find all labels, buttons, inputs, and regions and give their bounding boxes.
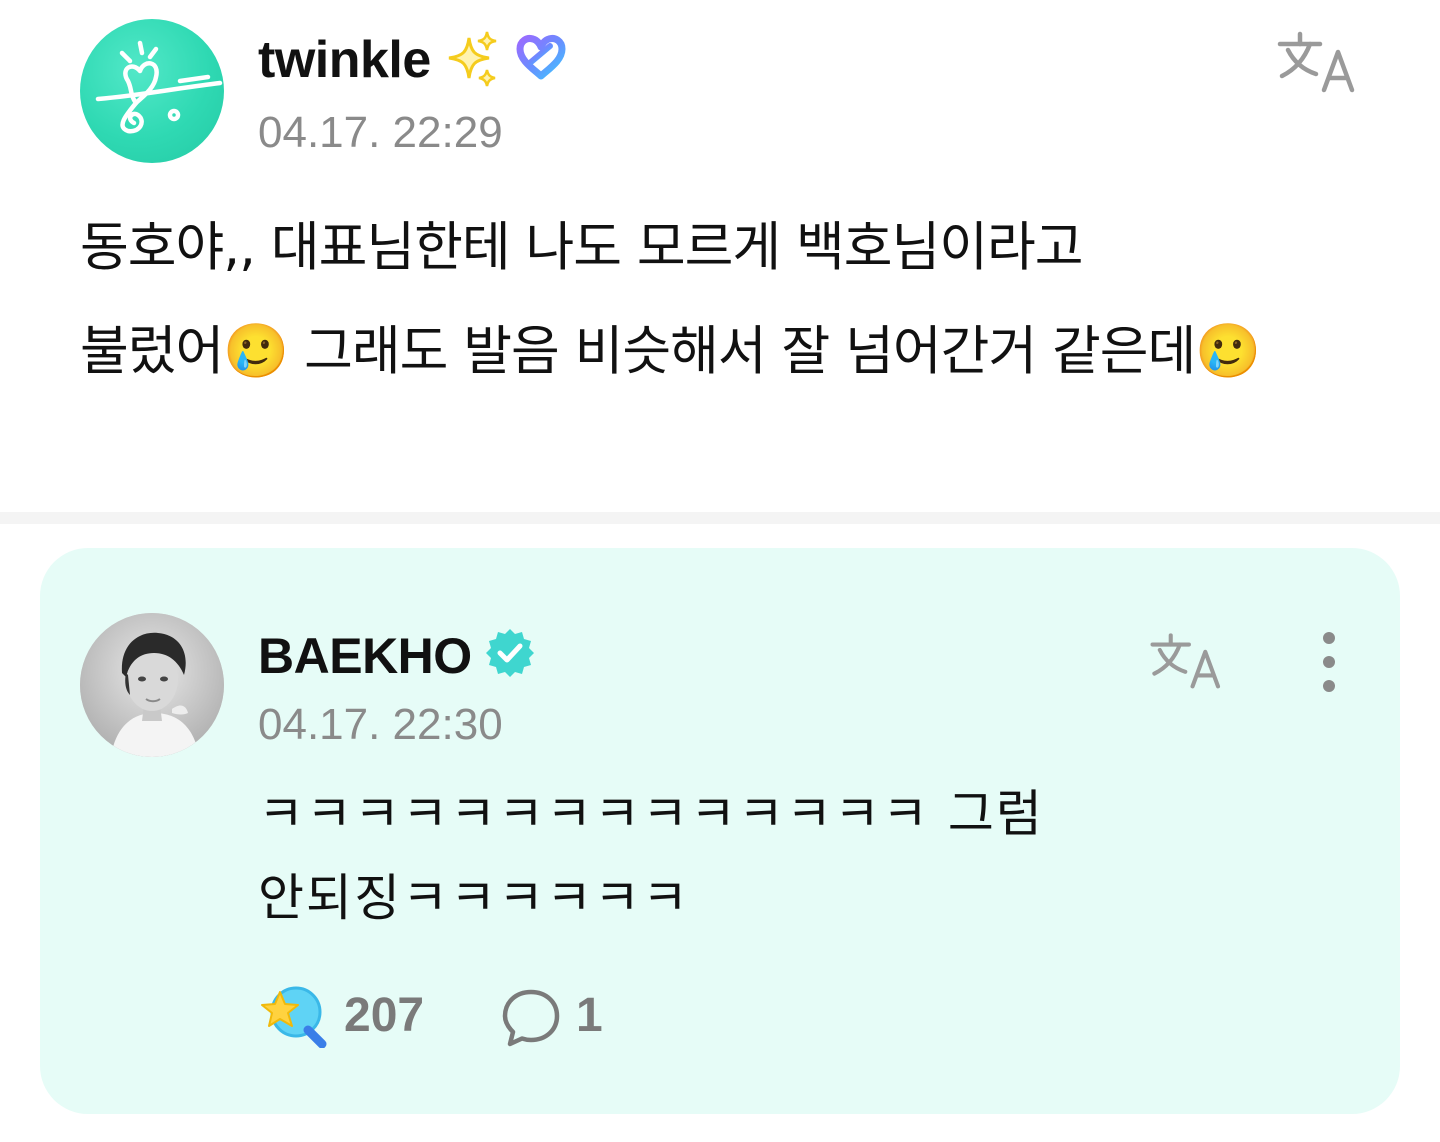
post-body: 동호야,, 대표님한테 나도 모르게 백호님이라고 불렀어🥲 그래도 발음 비슷… — [80, 196, 1380, 404]
section-divider — [0, 512, 1440, 524]
lightstick-icon[interactable] — [258, 984, 328, 1048]
heart-doodle-avatar-icon — [95, 40, 223, 134]
post-body-line: 동호야,, 대표님한테 나도 모르게 백호님이라고 — [80, 217, 1084, 278]
post-body-line: 불렀어🥲 그래도 발음 비슷해서 잘 넘어간거 같은데🥲 — [80, 321, 1261, 382]
reply-author-name[interactable]: BAEKHO — [258, 627, 472, 685]
post-thread: twinkle 04.17. 22:29 동호야,, 대표님한테 나도 모르게 — [0, 0, 1440, 1142]
reply-body: ㅋㅋㅋㅋㅋㅋㅋㅋㅋㅋㅋㅋㅋㅋ 그럼 안되징ㅋㅋㅋㅋㅋㅋ — [258, 772, 1358, 940]
comment-bubble-icon[interactable] — [500, 986, 562, 1048]
post-timestamp: 04.17. 22:29 — [258, 108, 503, 157]
verified-icon — [486, 629, 534, 677]
comment-count: 1 — [576, 989, 603, 1042]
more-vertical-icon[interactable] — [1312, 630, 1346, 696]
reply-body-line: ㅋㅋㅋㅋㅋㅋㅋㅋㅋㅋㅋㅋㅋㅋ 그럼 — [258, 785, 1044, 843]
post-author-name[interactable]: twinkle — [258, 30, 431, 90]
fan-badge-icon — [516, 35, 566, 80]
like-count: 207 — [344, 989, 425, 1042]
artist-photo-avatar-icon — [80, 613, 224, 757]
reply-timestamp: 04.17. 22:30 — [258, 700, 503, 749]
translate-icon[interactable] — [1148, 630, 1228, 690]
post-author-avatar[interactable] — [80, 19, 224, 163]
reply-body-line: 안되징ㅋㅋㅋㅋㅋㅋ — [258, 869, 690, 927]
sparkle-icon — [448, 31, 497, 87]
reply-author-avatar[interactable] — [80, 613, 224, 757]
translate-icon[interactable] — [1276, 28, 1362, 94]
